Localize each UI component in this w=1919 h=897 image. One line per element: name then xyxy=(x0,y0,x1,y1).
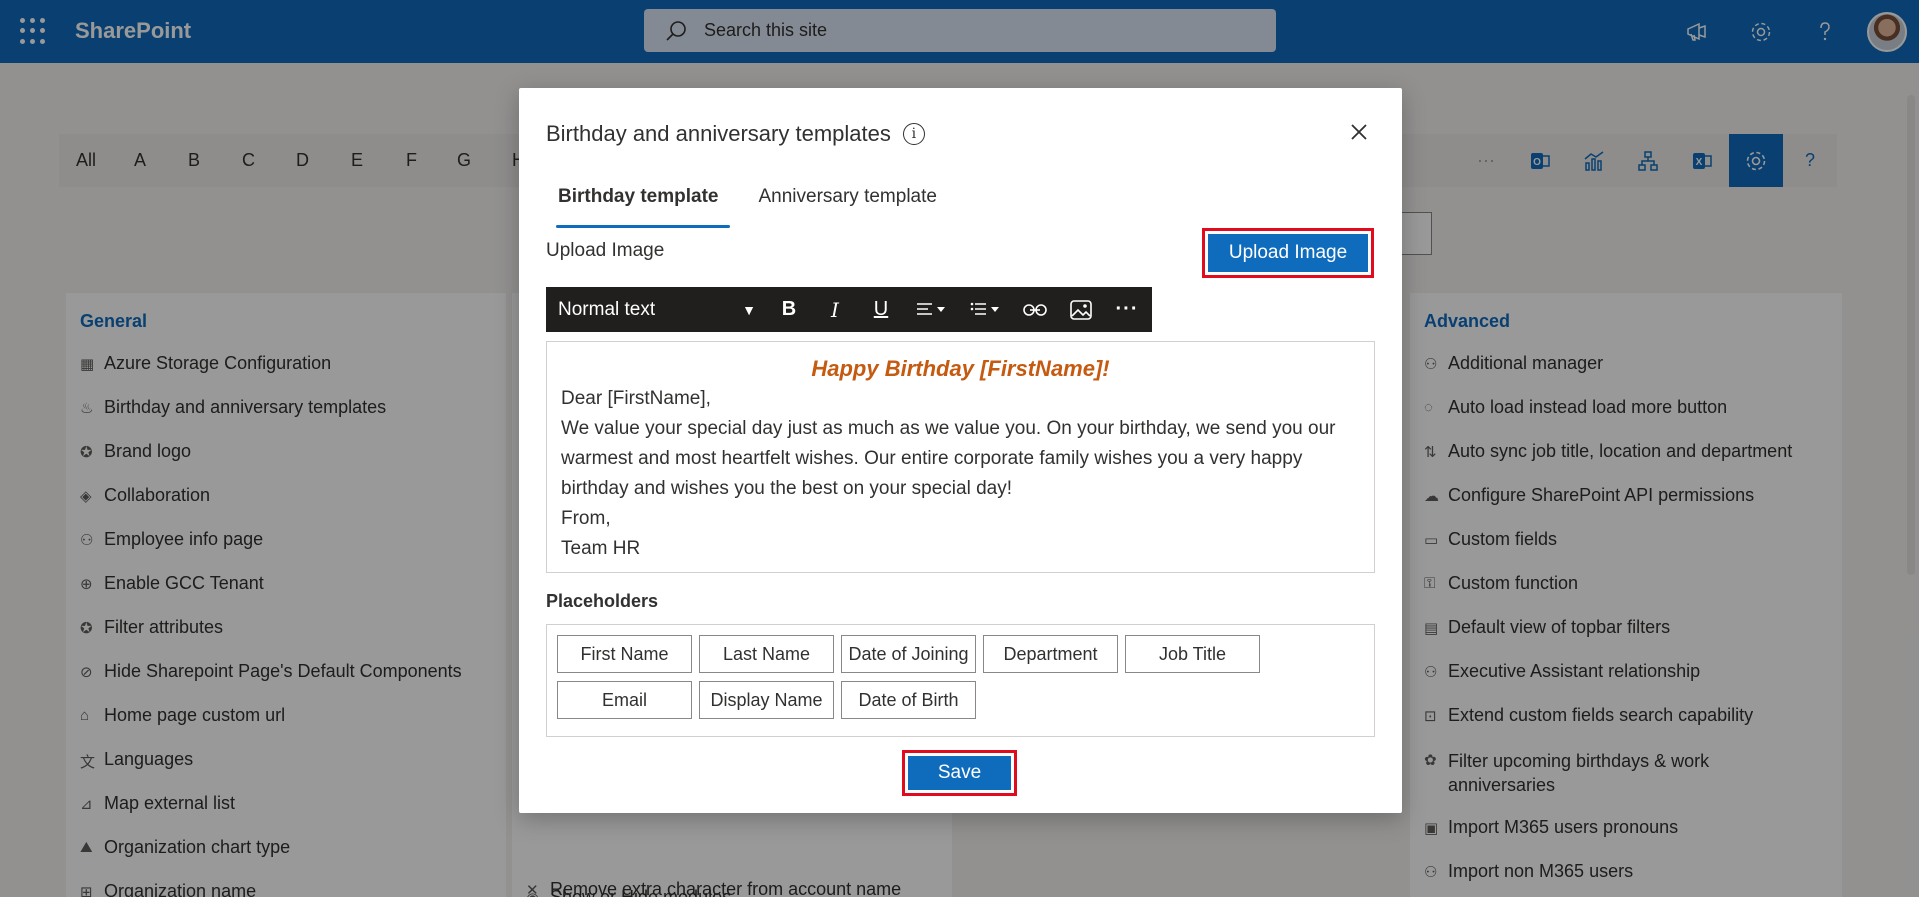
close-icon xyxy=(1351,124,1367,140)
placeholder-last-name[interactable]: Last Name xyxy=(699,635,834,673)
align-icon[interactable] xyxy=(904,287,958,332)
bold-icon[interactable]: B xyxy=(766,287,812,332)
editor-toolbar: Normal text ▼ B I U ··· xyxy=(546,287,1152,332)
upload-image-button[interactable]: Upload Image xyxy=(1208,234,1368,272)
dialog-title: Birthday and anniversary templates i xyxy=(546,121,925,147)
tab-anniversary-template[interactable]: Anniversary template xyxy=(746,184,948,228)
placeholder-display-name[interactable]: Display Name xyxy=(699,681,834,719)
image-icon[interactable] xyxy=(1058,287,1104,332)
dropdown-arrow-icon: ▼ xyxy=(742,301,756,318)
placeholder-date-of-joining[interactable]: Date of Joining xyxy=(841,635,976,673)
save-button[interactable]: Save xyxy=(908,756,1011,790)
upload-image-label: Upload Image xyxy=(546,240,665,261)
list-icon[interactable] xyxy=(958,287,1012,332)
placeholder-job-title[interactable]: Job Title xyxy=(1125,635,1260,673)
templates-dialog: Birthday and anniversary templates i Bir… xyxy=(519,88,1402,813)
link-icon[interactable] xyxy=(1012,287,1058,332)
placeholders-box: First Name Last Name Date of Joining Dep… xyxy=(546,624,1375,737)
editor-closing: From, xyxy=(561,508,611,529)
save-highlight: Save xyxy=(902,750,1017,796)
close-button[interactable] xyxy=(1343,116,1375,148)
tab-birthday-template[interactable]: Birthday template xyxy=(546,184,731,228)
more-options-icon[interactable]: ··· xyxy=(1104,287,1150,332)
editor-signature: Team HR xyxy=(561,538,641,559)
page-scrollbar[interactable] xyxy=(1907,95,1915,575)
underline-icon[interactable]: U xyxy=(858,287,904,332)
editor-salutation: Dear [FirstName], xyxy=(561,388,711,409)
text-style-dropdown[interactable]: Normal text ▼ xyxy=(546,299,766,321)
placeholder-first-name[interactable]: First Name xyxy=(557,635,692,673)
template-tabs: Birthday template Anniversary template xyxy=(546,184,965,228)
editor-heading: Happy Birthday [FirstName]! xyxy=(811,356,1110,381)
placeholder-department[interactable]: Department xyxy=(983,635,1118,673)
placeholder-email[interactable]: Email xyxy=(557,681,692,719)
info-icon[interactable]: i xyxy=(902,123,925,145)
upload-highlight: Upload Image xyxy=(1202,228,1374,278)
italic-icon[interactable]: I xyxy=(812,287,858,332)
template-editor[interactable]: Happy Birthday [FirstName]! Dear [FirstN… xyxy=(546,341,1375,573)
placeholder-date-of-birth[interactable]: Date of Birth xyxy=(841,681,976,719)
editor-body: We value your special day just as much a… xyxy=(561,418,1336,499)
placeholders-title: Placeholders xyxy=(546,591,659,611)
